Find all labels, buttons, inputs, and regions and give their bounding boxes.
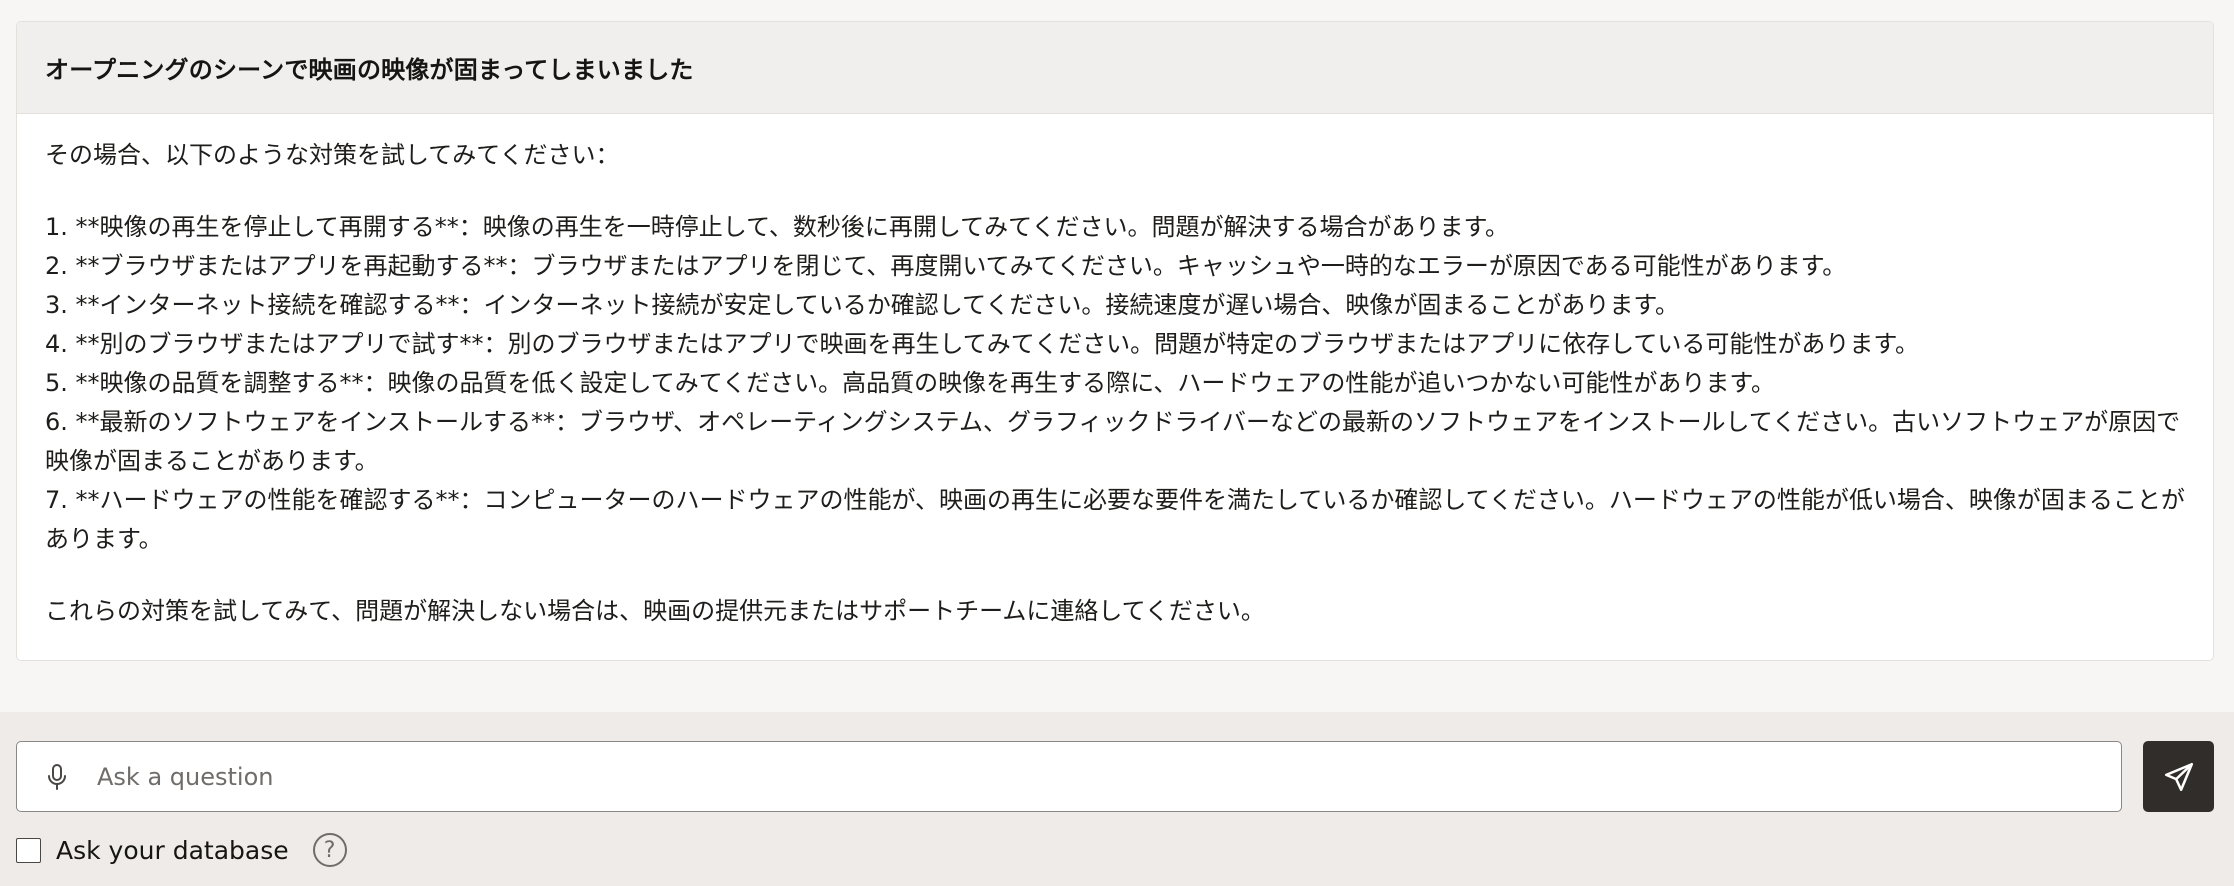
input-area: Ask your database ? (0, 712, 2234, 886)
chat-area: オープニングのシーンで映画の映像が固まってしまいました その場合、以下のような対… (0, 0, 2234, 712)
qa-card: オープニングのシーンで映画の映像が固まってしまいました その場合、以下のような対… (16, 21, 2214, 661)
paper-plane-icon (2164, 762, 2193, 791)
answer-item-1: 1. **映像の再生を停止して再開する**：映像の再生を一時停止して、数秒後に再… (45, 213, 1510, 241)
question-input[interactable] (83, 742, 2121, 811)
answer-intro: その場合、以下のような対策を試してみてください： (45, 141, 620, 169)
answer-outro: これらの対策を試してみて、問題が解決しない場合は、映画の提供元またはサポートチー… (45, 597, 1265, 625)
ask-database-label[interactable]: Ask your database (56, 836, 289, 865)
answer-list: 1. **映像の再生を停止して再開する**：映像の再生を一時停止して、数秒後に再… (45, 208, 2185, 559)
answer-item-7: 7. **ハードウェアの性能を確認する**：コンピューターのハードウェアの性能が… (45, 486, 2185, 553)
question-box (16, 741, 2122, 812)
send-button[interactable] (2143, 741, 2214, 812)
assistant-answer: その場合、以下のような対策を試してみてください： 1. **映像の再生を停止して… (17, 114, 2213, 631)
ask-database-row: Ask your database ? (16, 830, 347, 870)
answer-item-6: 6. **最新のソフトウェアをインストールする**：ブラウザ、オペレーティングシ… (45, 408, 2181, 475)
answer-item-2: 2. **ブラウザまたはアプリを再起動する**：ブラウザまたはアプリを閉じて、再… (45, 252, 1847, 280)
answer-item-3: 3. **インターネット接続を確認する**：インターネット接続が安定しているか確… (45, 291, 1679, 319)
answer-item-4: 4. **別のブラウザまたはアプリで試す**：別のブラウザまたはアプリで映画を再… (45, 330, 1919, 358)
help-glyph: ? (323, 837, 336, 863)
ask-database-checkbox[interactable] (16, 837, 41, 863)
help-icon[interactable]: ? (312, 833, 347, 867)
user-question: オープニングのシーンで映画の映像が固まってしまいました (17, 22, 2213, 114)
answer-item-5: 5. **映像の品質を調整する**：映像の品質を低く設定してみてください。高品質… (45, 369, 1775, 397)
